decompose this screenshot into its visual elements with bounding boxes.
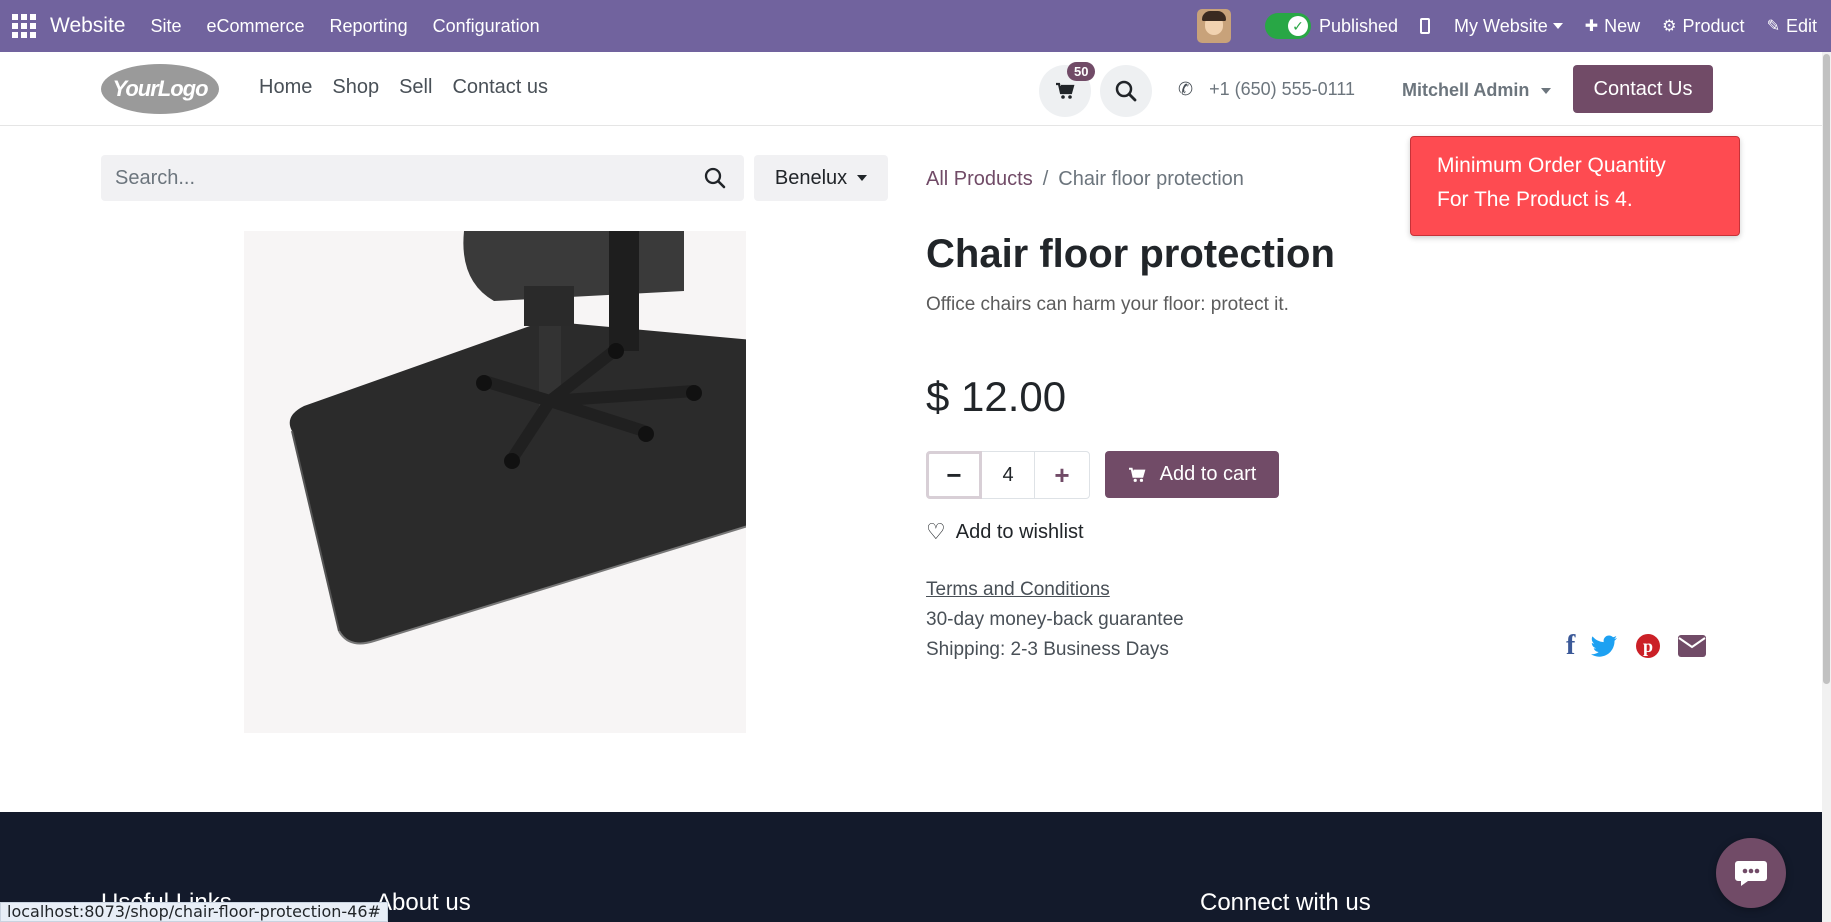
cart-count-badge: 50 (1067, 62, 1096, 81)
cart-icon (1128, 467, 1146, 482)
pricelist-label: Benelux (774, 166, 848, 189)
published-label[interactable]: Published (1319, 16, 1398, 37)
page-scrollbar[interactable] (1822, 52, 1831, 922)
increase-quantity-button[interactable]: + (1034, 451, 1090, 499)
decrease-quantity-button[interactable]: − (926, 451, 982, 499)
nav-sell[interactable]: Sell (399, 76, 432, 99)
user-name: Mitchell Admin (1402, 80, 1530, 100)
edit-label: Edit (1785, 15, 1817, 36)
user-avatar[interactable] (1196, 9, 1231, 43)
site-logo[interactable]: YourLogo (101, 64, 219, 114)
site-header: YourLogo Home Shop Sell Contact us 50 ✆ … (0, 52, 1822, 126)
menu-ecommerce[interactable]: eCommerce (207, 16, 305, 37)
notification-line-1: Minimum Order Quantity (1437, 154, 1666, 177)
menu-configuration[interactable]: Configuration (433, 16, 540, 37)
twitter-icon[interactable] (1591, 634, 1619, 658)
chair-mat-illustration (289, 231, 746, 645)
product-button[interactable]: ⚙ Product (1662, 16, 1744, 37)
quantity-stepper: − 4 + (926, 451, 1090, 499)
min-qty-notification: Minimum Order Quantity For The Product i… (1410, 136, 1740, 236)
admin-bar: Website Site eCommerce Reporting Configu… (0, 0, 1831, 52)
menu-reporting[interactable]: Reporting (330, 16, 408, 37)
quantity-input[interactable]: 4 (982, 451, 1034, 499)
contact-us-button[interactable]: Contact Us (1573, 65, 1713, 113)
search-placeholder: Search... (115, 166, 196, 189)
phone-contact[interactable]: ✆ +1 (650) 555-0111 (1178, 79, 1355, 100)
caret-down-icon (1541, 88, 1552, 95)
app-name[interactable]: Website (50, 14, 125, 38)
menu-site[interactable]: Site (150, 16, 181, 37)
caret-down-icon (857, 175, 868, 181)
caret-down-icon (1552, 23, 1563, 29)
cart-button[interactable]: 50 (1039, 62, 1096, 117)
nav-contact-us[interactable]: Contact us (452, 76, 548, 99)
terms-link[interactable]: Terms and Conditions (926, 579, 1110, 601)
chat-icon (1735, 861, 1767, 886)
mobile-preview-icon[interactable] (1420, 18, 1431, 34)
published-toggle[interactable]: ✓ (1264, 13, 1311, 39)
check-icon: ✓ (1287, 16, 1308, 36)
svg-text:p: p (1643, 636, 1653, 656)
main-nav: Home Shop Sell Contact us (259, 76, 568, 99)
nav-home[interactable]: Home (259, 76, 312, 99)
guarantee-text: 30-day money-back guarantee (926, 609, 1184, 630)
website-label: My Website (1454, 15, 1548, 36)
apps-menu-icon[interactable] (12, 14, 36, 38)
product-description: Office chairs can harm your floor: prote… (926, 294, 1289, 315)
search-input[interactable]: Search... (101, 155, 744, 201)
search-icon[interactable] (704, 167, 726, 189)
breadcrumb-all-products[interactable]: All Products (926, 168, 1033, 190)
user-menu[interactable]: Mitchell Admin (1402, 80, 1552, 101)
product-label: Product (1682, 15, 1745, 36)
add-to-cart-button[interactable]: Add to cart (1105, 451, 1279, 498)
new-button[interactable]: ✚ New (1585, 16, 1640, 37)
gear-icon: ⚙ (1662, 18, 1677, 35)
phone-icon: ✆ (1178, 79, 1194, 99)
add-to-wishlist-button[interactable]: ♡ Add to wishlist (926, 519, 1084, 545)
breadcrumb-current: Chair floor protection (1058, 168, 1244, 190)
plus-icon: ✚ (1584, 18, 1599, 35)
breadcrumb-separator: / (1042, 168, 1049, 190)
footer-connect: Connect with us (1200, 889, 1371, 916)
live-chat-button[interactable] (1716, 838, 1786, 908)
share-links: f p (1550, 630, 1707, 662)
phone-number: +1 (650) 555-0111 (1209, 79, 1356, 99)
heart-icon: ♡ (926, 519, 946, 544)
minus-icon: − (946, 459, 962, 490)
pricelist-dropdown[interactable]: Benelux (754, 155, 888, 201)
product-image[interactable] (244, 231, 746, 733)
breadcrumb: All Products / Chair floor protection (926, 168, 1244, 191)
browser-status-url: localhost:8073/shop/chair-floor-protecti… (0, 902, 388, 922)
new-label: New (1604, 15, 1641, 36)
add-to-cart-label: Add to cart (1159, 463, 1257, 485)
pinterest-icon[interactable]: p (1635, 633, 1661, 659)
shipping-text: Shipping: 2-3 Business Days (926, 639, 1169, 660)
email-icon[interactable] (1677, 634, 1707, 658)
plus-icon: + (1054, 459, 1070, 490)
pencil-icon: ✎ (1766, 18, 1780, 35)
search-icon (1115, 80, 1137, 102)
website-switcher[interactable]: My Website (1454, 16, 1563, 37)
product-title: Chair floor protection (926, 232, 1335, 276)
product-price: $ 12.00 (926, 373, 1067, 420)
edit-button[interactable]: ✎ Edit (1767, 16, 1817, 37)
notification-line-2: For The Product is 4. (1437, 188, 1633, 211)
cart-icon (1056, 82, 1075, 99)
facebook-icon[interactable]: f (1566, 630, 1575, 662)
wishlist-label: Add to wishlist (955, 520, 1084, 543)
search-toggle-button[interactable] (1100, 65, 1152, 117)
nav-shop[interactable]: Shop (332, 76, 379, 99)
scrollbar-thumb[interactable] (1823, 54, 1830, 684)
footer-about-us: About us (376, 889, 471, 916)
